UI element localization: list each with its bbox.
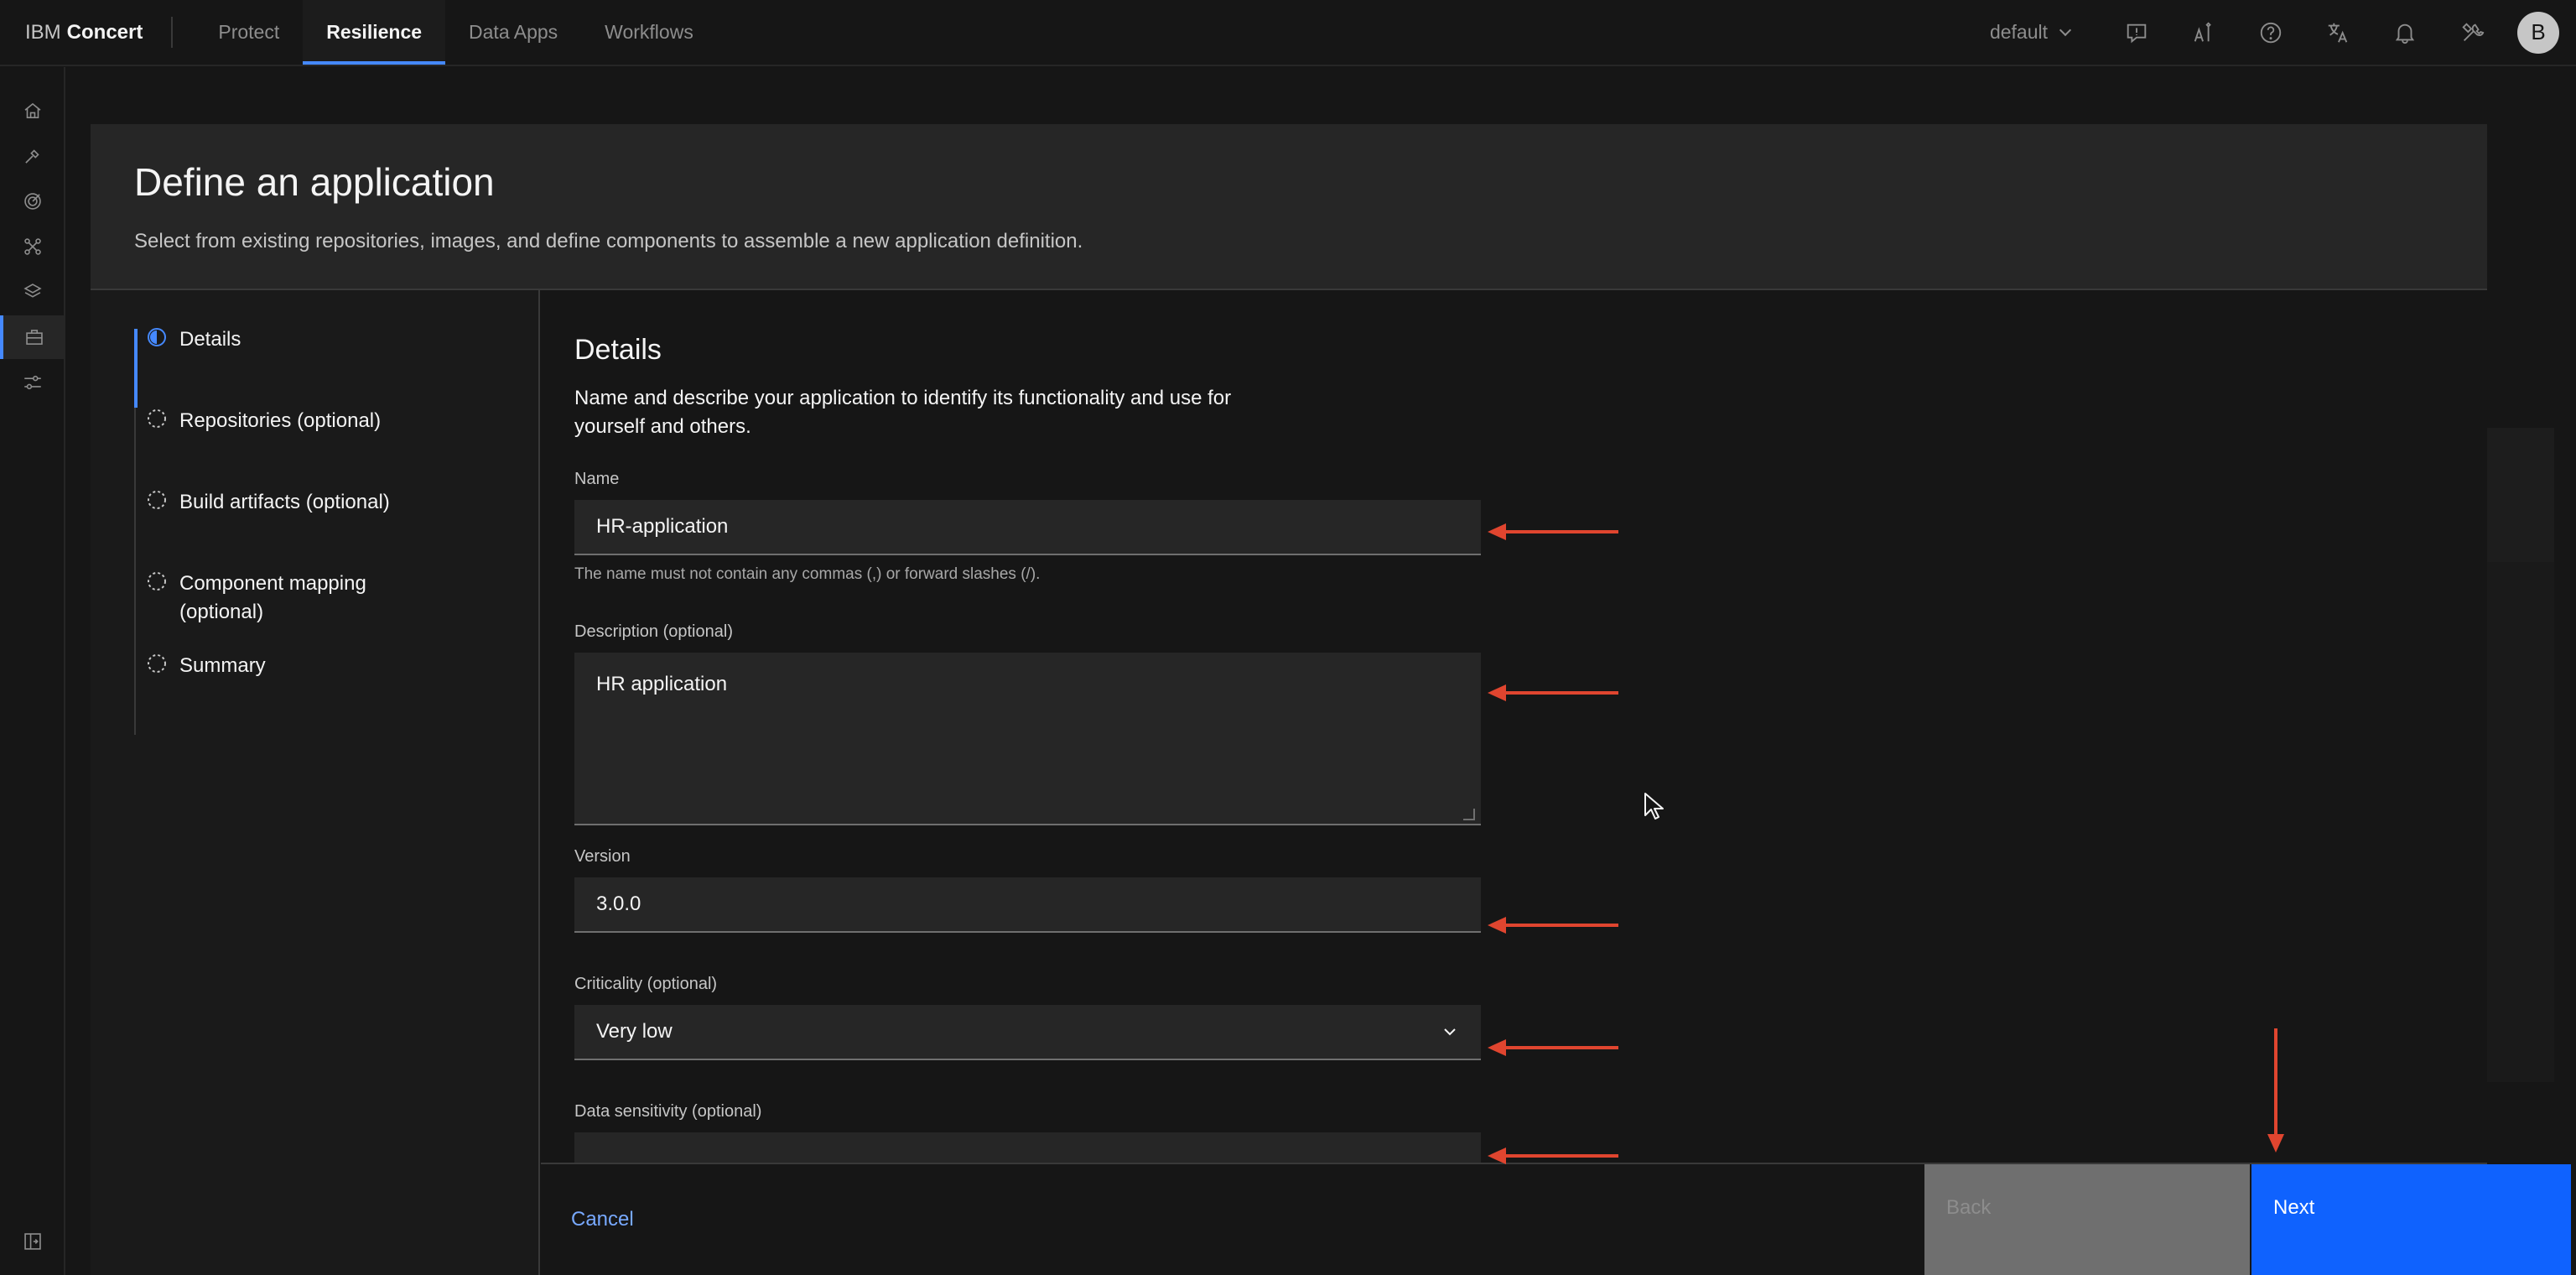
description-textarea[interactable]: HR application (574, 653, 1481, 825)
modal-subtitle: Select from existing repositories, image… (134, 230, 1083, 252)
annotation-arrow (1488, 1148, 1618, 1164)
feedback-icon[interactable] (2103, 0, 2170, 65)
header-divider (171, 17, 174, 48)
chevron-down-icon (2059, 23, 2072, 36)
version-label: Version (574, 847, 631, 866)
user-avatar[interactable]: B (2517, 11, 2559, 54)
modal-footer: Cancel Back Next (541, 1163, 2571, 1275)
nav-resilience[interactable]: Resilience (303, 0, 446, 65)
progress-indicator: Details Repositories (optional) Build ar… (91, 290, 540, 1275)
next-button[interactable]: Next (2251, 1164, 2571, 1275)
step-label: Build artifacts (optional) (179, 491, 390, 513)
modal-title: Define an application (134, 160, 495, 204)
step-label: Repositories (optional) (179, 409, 382, 432)
step-details[interactable]: Details (146, 325, 241, 354)
top-header: IBM Concert Protect Resilience Data Apps … (0, 0, 2576, 66)
help-icon[interactable] (2237, 0, 2304, 65)
chevron-down-icon (1444, 1028, 1456, 1036)
main-nav: Protect Resilience Data Apps Workflows (195, 0, 716, 65)
description-label: Description (optional) (574, 622, 733, 641)
tools-icon[interactable] (2438, 0, 2506, 65)
details-form: Details Name and describe your applicati… (541, 290, 2487, 1163)
step-repositories[interactable]: Repositories (optional) (146, 407, 381, 435)
step-summary[interactable]: Summary (146, 652, 266, 680)
header-actions: default B (1990, 0, 2576, 65)
annotation-arrow (1488, 523, 1618, 540)
progress-current-marker (134, 329, 138, 408)
home-icon[interactable] (0, 89, 65, 133)
step-incomplete-icon (148, 491, 166, 509)
product-name[interactable]: IBM Concert (0, 0, 171, 65)
step-label: Component mapping (optional) (179, 572, 366, 623)
build-tool-icon[interactable] (0, 134, 65, 178)
name-label: Name (574, 470, 620, 488)
criticality-label: Criticality (optional) (574, 975, 718, 993)
annotation-arrow (1488, 684, 1618, 701)
annotation-arrow (1488, 917, 1618, 934)
criticality-select[interactable]: Very low (574, 1005, 1481, 1060)
step-label: Summary (179, 654, 266, 677)
ai-icon[interactable] (2170, 0, 2237, 65)
settings-adjust-icon[interactable] (0, 361, 65, 404)
nav-data-apps[interactable]: Data Apps (445, 0, 581, 65)
step-current-icon (148, 328, 166, 346)
tenant-label: default (1989, 21, 2048, 43)
application-icon[interactable] (0, 315, 65, 359)
notification-icon[interactable] (2371, 0, 2438, 65)
name-input[interactable] (574, 500, 1481, 555)
data-sensitivity-label: Data sensitivity (optional) (574, 1102, 762, 1121)
name-helper-text: The name must not contain any commas (,)… (574, 565, 1041, 583)
cancel-button[interactable]: Cancel (541, 1164, 1497, 1275)
mouse-cursor-icon (1644, 793, 1664, 820)
back-button: Back (1924, 1164, 2250, 1275)
background-panel (2487, 428, 2554, 562)
criticality-value: Very low (596, 1020, 673, 1043)
annotation-arrow (1488, 1039, 1618, 1056)
brand-name: Concert (66, 20, 143, 44)
step-incomplete-icon (148, 654, 166, 673)
section-title: Details (574, 334, 662, 366)
define-application-modal: Define an application Select from existi… (91, 124, 2571, 1275)
background-panel (2487, 562, 2554, 1082)
step-component-mapping[interactable]: Component mapping (optional) (146, 570, 397, 627)
version-input[interactable] (574, 877, 1481, 933)
step-incomplete-icon (148, 572, 166, 591)
brand-prefix: IBM (25, 20, 61, 44)
nav-protect[interactable]: Protect (195, 0, 303, 65)
section-description: Name and describe your application to id… (574, 387, 1232, 438)
target-icon[interactable] (0, 180, 65, 223)
step-incomplete-icon (148, 409, 166, 428)
side-panel-icon[interactable] (0, 1220, 65, 1263)
layers-icon[interactable] (0, 270, 65, 314)
data-sensitivity-select[interactable] (574, 1132, 1481, 1163)
modal-header: Define an application Select from existi… (91, 124, 2487, 290)
tenant-switcher[interactable]: default (1989, 21, 2072, 44)
graph-icon[interactable] (0, 225, 65, 268)
step-label: Details (179, 328, 242, 351)
step-build-artifacts[interactable]: Build artifacts (optional) (146, 488, 390, 517)
nav-workflows[interactable]: Workflows (581, 0, 717, 65)
translate-icon[interactable] (2304, 0, 2371, 65)
side-rail (0, 67, 65, 1275)
resize-handle-icon[interactable] (1463, 809, 1475, 820)
annotation-arrow (2267, 1028, 2284, 1153)
